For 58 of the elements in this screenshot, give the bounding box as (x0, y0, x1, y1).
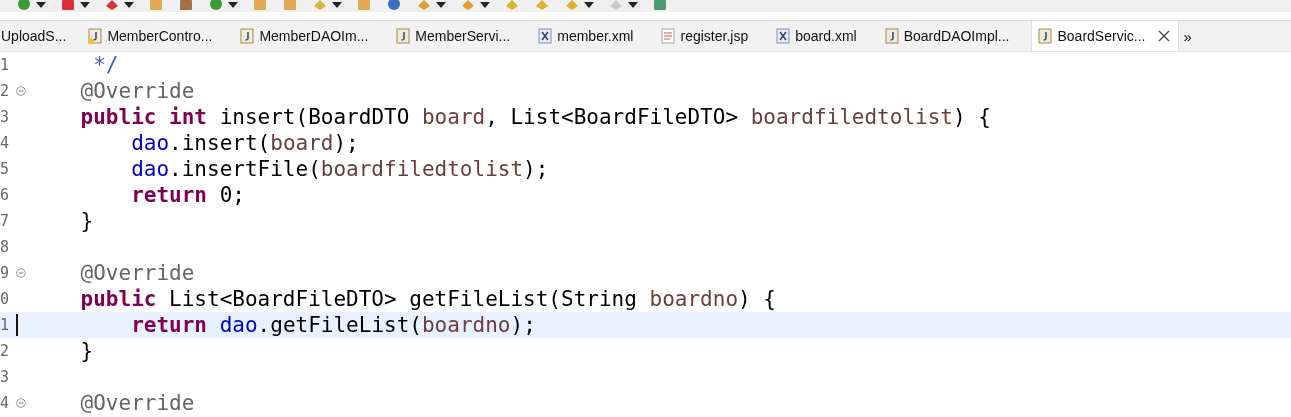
xml-file-icon (776, 28, 791, 44)
code-line: return 0; (130, 183, 245, 207)
line-number: 2 (0, 342, 10, 360)
caret-icon[interactable] (480, 2, 490, 8)
code-line: dao.insertFile(boardfiledtolist); (130, 157, 549, 181)
code-line: } (79, 209, 94, 233)
editor-tab[interactable]: board.xml (770, 21, 879, 51)
code-line: @Override (79, 391, 195, 415)
editor-tab[interactable]: member.xml (532, 21, 656, 51)
caret-icon[interactable] (332, 2, 342, 8)
text-cursor (16, 314, 18, 336)
caret-icon[interactable] (628, 2, 638, 8)
code-line: dao.insert(board); (130, 131, 359, 155)
caret-icon[interactable] (436, 2, 446, 8)
java-file-icon (884, 28, 899, 44)
line-number: 5 (0, 160, 10, 178)
code-line: public List<BoardFileDTO> getFileList(String boardno) { (79, 287, 776, 311)
caret-icon[interactable] (228, 2, 238, 8)
line-number: 6 (0, 186, 10, 204)
line-number: 4 (0, 394, 10, 412)
stop-icon[interactable] (60, 0, 76, 12)
collapse-icon[interactable] (16, 86, 26, 96)
editor-tab[interactable]: register.jsp (655, 21, 771, 51)
editor-tab[interactable]: MemberDAOIm... (234, 21, 391, 51)
editor-tab[interactable]: UploadS... (0, 21, 83, 51)
collapse-icon[interactable] (16, 268, 26, 278)
editor-tab[interactable]: MemberServi... (390, 21, 533, 51)
collapse-icon[interactable] (16, 398, 26, 408)
line-number: 7 (0, 212, 10, 230)
caret-icon[interactable] (584, 2, 594, 8)
caret-icon[interactable] (80, 2, 90, 8)
document-icon (661, 28, 676, 44)
line-number: 1 (0, 316, 10, 334)
more-tabs-button[interactable]: » (1183, 27, 1192, 45)
close-icon[interactable] (1158, 30, 1171, 42)
xml-file-icon (538, 28, 553, 44)
java-file-icon (396, 28, 411, 44)
java-file-icon (1038, 28, 1053, 44)
code-line: */ (92, 53, 119, 77)
editor-tab[interactable]: MemberContro... (82, 21, 235, 51)
caret-icon[interactable] (124, 2, 134, 8)
line-number: 9 (0, 264, 10, 282)
code-line: public int insert(BoardDTO board, List<BoardFileDTO> boardfiledtolist) { (79, 105, 991, 129)
line-number: 3 (0, 368, 10, 386)
editor-tab[interactable]: BoardServic... (1031, 21, 1180, 51)
line-number: 4 (0, 134, 10, 152)
code-line: } (79, 339, 94, 363)
line-number: 3 (0, 108, 10, 126)
line-number: 0 (0, 290, 10, 308)
code-line: @Override (79, 79, 195, 103)
caret-icon[interactable] (36, 2, 46, 8)
code-line: @Override (79, 261, 195, 285)
editor-tab[interactable]: BoardDAOImpl... (878, 21, 1032, 51)
line-number: 8 (0, 238, 10, 256)
code-line: return dao.getFileList(boardno); (130, 313, 536, 337)
line-number: 2 (0, 82, 10, 100)
line-number: 1 (0, 56, 10, 74)
java-file-icon (240, 28, 255, 44)
